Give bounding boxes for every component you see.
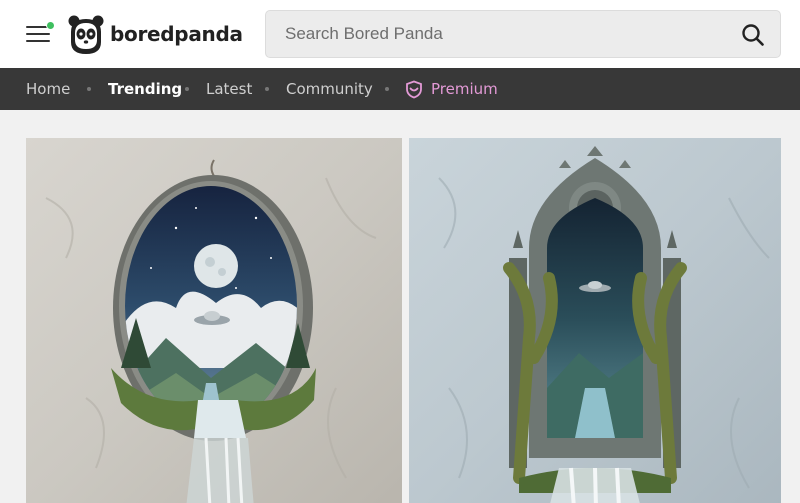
premium-shield-icon [406, 80, 422, 99]
search-bar [265, 10, 781, 58]
nav-separator [265, 87, 269, 91]
site-header: boredpanda [0, 0, 800, 68]
panda-icon [68, 15, 104, 54]
nav-separator [87, 87, 91, 91]
post-image-2[interactable] [409, 138, 781, 503]
main-nav: Home Trending Latest Community Premium [0, 68, 800, 110]
search-icon [742, 24, 764, 46]
notification-dot [46, 21, 55, 30]
nav-item-community[interactable]: Community [286, 68, 373, 110]
menu-button[interactable] [22, 20, 56, 48]
oval-frame-diorama-image [26, 138, 402, 503]
nav-separator [385, 87, 389, 91]
nav-separator [185, 87, 189, 91]
premium-label: Premium [431, 80, 498, 98]
nav-item-latest[interactable]: Latest [206, 68, 252, 110]
logo-text: boredpanda [110, 22, 243, 46]
nav-item-home[interactable]: Home [26, 68, 70, 110]
nav-item-trending[interactable]: Trending [108, 68, 182, 110]
search-button[interactable] [740, 22, 766, 48]
site-logo[interactable]: boredpanda [68, 12, 243, 56]
nav-item-premium[interactable]: Premium [405, 68, 505, 110]
post-image-1[interactable] [26, 138, 402, 503]
search-input[interactable] [266, 11, 726, 57]
gothic-arch-diorama-image [409, 138, 781, 503]
